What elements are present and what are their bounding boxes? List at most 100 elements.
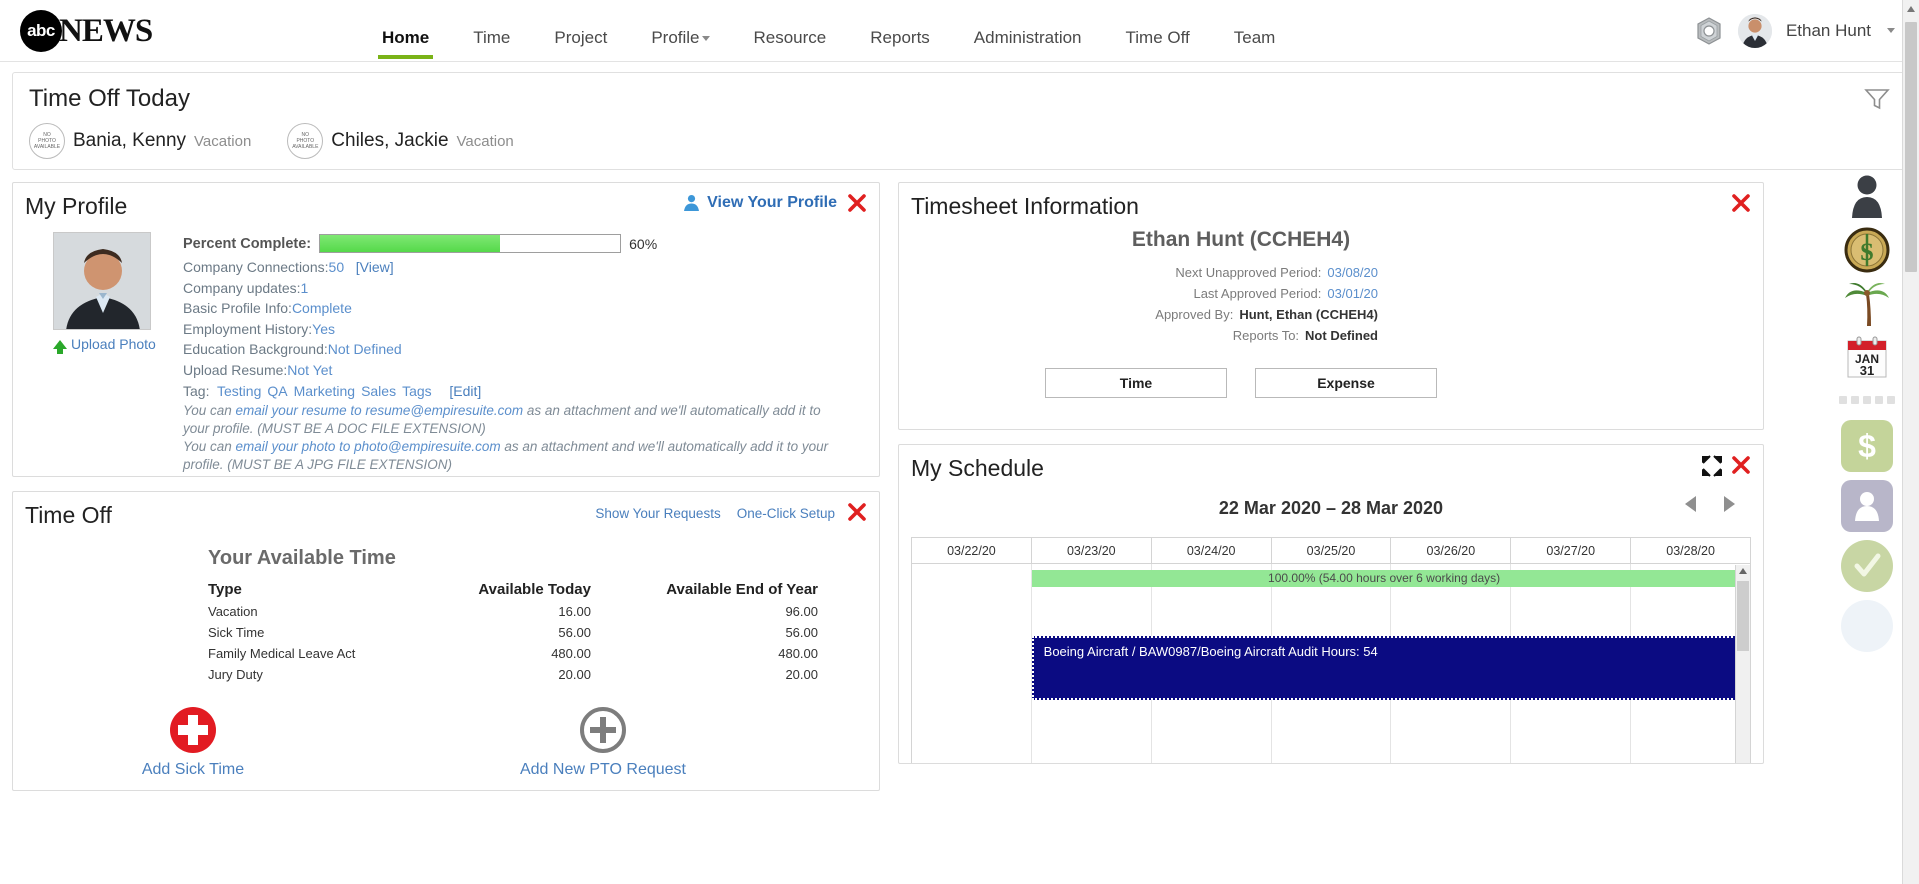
expense-button[interactable]: Expense xyxy=(1255,368,1437,398)
schedule-date-range: 22 Mar 2020 – 28 Mar 2020 xyxy=(1218,498,1444,518)
scrollbar-thumb[interactable] xyxy=(1905,22,1917,272)
page-scrollbar[interactable] xyxy=(1902,0,1919,884)
rail-dots-decoration xyxy=(1839,396,1895,404)
abc-logo-text: abc xyxy=(27,21,55,40)
nav-item-administration[interactable]: Administration xyxy=(952,23,1104,53)
gear-nut-icon[interactable] xyxy=(1694,16,1724,46)
person-name: Chiles, Jackie xyxy=(331,130,449,151)
scroll-up-arrow-icon[interactable] xyxy=(1739,568,1747,574)
view-connections-link[interactable]: [View] xyxy=(356,259,394,275)
no-photo-line3: AVAILABLE xyxy=(292,144,319,150)
table-row: Family Medical Leave Act 480.00 480.00 xyxy=(208,643,828,664)
list-item[interactable]: NO PHOTO AVAILABLE Bania, Kenny Vacation xyxy=(29,123,251,159)
prev-arrow-icon[interactable] xyxy=(1685,496,1696,512)
next-arrow-icon[interactable] xyxy=(1724,496,1735,512)
nav-label: Reports xyxy=(870,27,930,47)
cell-available-eoy: 56.00 xyxy=(785,625,818,640)
scrollbar-thumb[interactable] xyxy=(1737,581,1749,651)
schedule-date-range-row: 22 Mar 2020 – 28 Mar 2020 xyxy=(899,496,1763,519)
svg-text:31: 31 xyxy=(1860,363,1874,378)
time-off-today-card: Time Off Today NO PHOTO AVAILABLE Bania,… xyxy=(12,72,1907,170)
time-button[interactable]: Time xyxy=(1045,368,1227,398)
close-icon[interactable] xyxy=(847,502,867,522)
abc-news-logo[interactable]: abc NEWS xyxy=(20,10,153,52)
info-value: Not Defined xyxy=(327,341,402,357)
info-line-upload-resume: Upload Resume:Not Yet xyxy=(183,360,879,381)
close-icon[interactable] xyxy=(847,193,867,213)
cell-type: Jury Duty xyxy=(208,667,263,682)
tag-sales[interactable]: Sales xyxy=(361,383,396,399)
row-value[interactable]: 03/01/20 xyxy=(1327,283,1378,304)
tag-label: Tag: xyxy=(183,383,210,399)
cell-type: Sick Time xyxy=(208,625,265,640)
nav-item-time-off[interactable]: Time Off xyxy=(1104,23,1212,53)
calendar-jan-31-icon[interactable]: JAN 31 xyxy=(1841,332,1893,384)
row-value[interactable]: 03/08/20 xyxy=(1327,262,1378,283)
person-tile-icon[interactable] xyxy=(1841,480,1893,532)
info-value: 50 xyxy=(328,259,345,275)
list-item[interactable]: NO PHOTO AVAILABLE Chiles, Jackie Vacati… xyxy=(287,123,514,159)
resume-email-link[interactable]: email your resume to resume@empiresuite.… xyxy=(236,403,524,418)
info-value: Not Yet xyxy=(287,361,333,378)
nav-item-resource[interactable]: Resource xyxy=(732,23,849,53)
info-line-company-connections: Company Connections:50 [View] xyxy=(183,257,879,278)
schedule-task-bar[interactable]: Boeing Aircraft / BAW0987/Boeing Aircraf… xyxy=(1031,636,1737,700)
tag-marketing[interactable]: Marketing xyxy=(294,383,355,399)
dollar-tile-icon[interactable]: $ xyxy=(1841,420,1893,472)
blank-tile-icon[interactable] xyxy=(1841,600,1893,652)
timesheet-information-card: Timesheet Information Ethan Hunt (CCHEH4… xyxy=(898,182,1764,430)
tag-edit-link[interactable]: [Edit] xyxy=(449,383,481,399)
nav-item-profile[interactable]: Profile xyxy=(629,23,731,53)
my-schedule-card: My Schedule 22 Mar 2020 – 28 Mar 2020 03… xyxy=(898,444,1764,764)
add-sick-time-label: Add Sick Time xyxy=(141,761,245,778)
person-silhouette-icon[interactable] xyxy=(1841,170,1893,222)
nav-item-reports[interactable]: Reports xyxy=(848,23,952,53)
user-name-label[interactable]: Ethan Hunt xyxy=(1786,21,1871,41)
tag-tags[interactable]: Tags xyxy=(402,383,432,399)
nav-item-team[interactable]: Team xyxy=(1212,23,1298,53)
tag-qa[interactable]: QA xyxy=(267,383,287,399)
expand-arrows-icon[interactable] xyxy=(1701,455,1723,482)
nav-item-project[interactable]: Project xyxy=(532,23,629,53)
palm-tree-icon[interactable] xyxy=(1841,278,1893,330)
user-menu-chevron-down-icon[interactable] xyxy=(1887,28,1895,33)
rail-dot xyxy=(1875,396,1883,404)
nav-item-home[interactable]: Home xyxy=(360,23,451,59)
row-label: Next Unapproved Period: xyxy=(1175,265,1322,280)
utilization-bar[interactable]: 100.00% (54.00 hours over 6 working days… xyxy=(1031,570,1737,587)
info-line-education-background: Education Background:Not Defined xyxy=(183,339,879,360)
one-click-setup-link[interactable]: One-Click Setup xyxy=(737,506,835,521)
no-photo-avatar-icon: NO PHOTO AVAILABLE xyxy=(287,123,324,159)
top-navigation-bar: abc NEWS Home Time Project Profile Resou… xyxy=(0,0,1919,62)
upload-arrow-up-icon xyxy=(53,339,67,354)
cell-available-eoy: 20.00 xyxy=(785,667,818,682)
info-line-company-updates: Company updates:1 xyxy=(183,278,879,299)
info-line-basic-profile-info: Basic Profile Info:Complete xyxy=(183,298,879,319)
right-column: Timesheet Information Ethan Hunt (CCHEH4… xyxy=(898,182,1764,791)
timesheet-information-title: Timesheet Information xyxy=(911,193,1139,219)
upload-photo-link[interactable]: Upload Photo xyxy=(53,336,163,354)
close-icon[interactable] xyxy=(1731,455,1751,475)
time-off-links: Show Your Requests One-Click Setup xyxy=(595,506,835,521)
percent-complete-progressbar xyxy=(319,234,622,253)
gold-coin-dollar-icon[interactable]: S xyxy=(1841,224,1893,276)
photo-email-link[interactable]: email your photo to photo@empiresuite.co… xyxy=(236,439,501,454)
day-header-1: 03/23/20 xyxy=(1032,538,1152,563)
scroll-up-arrow-icon[interactable] xyxy=(1907,6,1915,12)
filter-funnel-icon[interactable] xyxy=(1864,87,1890,116)
available-time-title: Your Available Time xyxy=(208,547,396,569)
check-tile-icon[interactable] xyxy=(1841,540,1893,592)
nav-label: Time xyxy=(473,27,511,47)
add-pto-request-button[interactable]: Add New PTO Request xyxy=(513,707,693,779)
person-name: Bania, Kenny xyxy=(73,130,187,151)
nav-item-time[interactable]: Time xyxy=(451,23,532,53)
column-header-available-end-of-year: Available End of Year xyxy=(666,581,818,598)
tag-testing[interactable]: Testing xyxy=(217,383,261,399)
show-your-requests-link[interactable]: Show Your Requests xyxy=(595,506,720,521)
avatar[interactable] xyxy=(1737,13,1772,48)
schedule-scrollbar[interactable] xyxy=(1735,565,1750,763)
add-sick-time-button[interactable]: Add Sick Time xyxy=(103,707,283,779)
info-label: Upload Resume: xyxy=(183,361,288,378)
view-your-profile-link[interactable]: View Your Profile xyxy=(682,193,837,212)
close-icon[interactable] xyxy=(1731,193,1751,213)
